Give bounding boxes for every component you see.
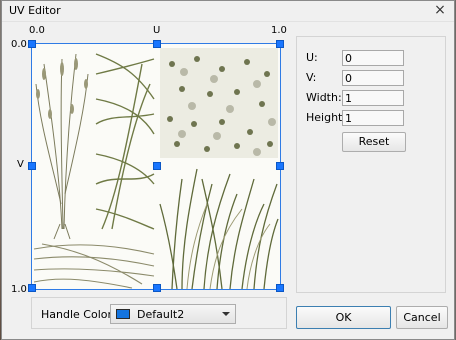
handle-color-label: Handle Color: bbox=[41, 308, 116, 321]
handle-color-select[interactable]: Default2 bbox=[110, 304, 236, 324]
uv-handle-bottom-left[interactable] bbox=[28, 284, 36, 292]
cancel-button-label: Cancel bbox=[403, 311, 441, 324]
reset-button-label: Reset bbox=[358, 135, 390, 148]
width-label: Width: bbox=[306, 91, 342, 104]
ok-button-label: OK bbox=[335, 311, 352, 324]
uv-handle-top-center[interactable] bbox=[153, 40, 161, 48]
u-input[interactable] bbox=[342, 50, 404, 66]
close-icon[interactable]: × bbox=[432, 2, 448, 18]
chevron-down-icon bbox=[222, 312, 230, 316]
uv-handle-top-left[interactable] bbox=[28, 40, 36, 48]
uv-handle-bottom-right[interactable] bbox=[276, 284, 284, 292]
uv-handle-middle-right[interactable] bbox=[276, 162, 284, 170]
cancel-button[interactable]: Cancel bbox=[396, 306, 448, 329]
v-input[interactable] bbox=[342, 70, 404, 86]
height-input[interactable] bbox=[342, 110, 404, 126]
uv-handle-top-right[interactable] bbox=[276, 40, 284, 48]
v-axis-label: V bbox=[17, 159, 24, 170]
uv-handle-center[interactable] bbox=[153, 162, 161, 170]
uv-handle-middle-left[interactable] bbox=[28, 162, 36, 170]
uv-properties-panel: U: V: Width: Height: Reset bbox=[296, 36, 446, 293]
width-input[interactable] bbox=[342, 90, 404, 106]
v-axis-end-label: 1.0 bbox=[11, 284, 27, 295]
title-bar: UV Editor × bbox=[2, 1, 454, 22]
uv-texture-canvas[interactable] bbox=[28, 40, 284, 292]
window-title: UV Editor bbox=[9, 4, 61, 17]
uv-handle-bottom-center[interactable] bbox=[153, 284, 161, 292]
u-axis-label: U bbox=[153, 25, 161, 36]
u-axis-start-label: 0.0 bbox=[29, 25, 45, 36]
handle-color-value: Default2 bbox=[137, 308, 185, 321]
handle-color-group: Handle Color: Default2 bbox=[31, 297, 287, 329]
v-label: V: bbox=[306, 71, 317, 84]
u-label: U: bbox=[306, 51, 318, 64]
height-label: Height: bbox=[306, 111, 347, 124]
reset-button[interactable]: Reset bbox=[342, 132, 406, 152]
uv-editor-dialog: UV Editor × 0.0 U 1.0 0.0 V 1.0 Handle C… bbox=[1, 0, 455, 340]
color-swatch bbox=[116, 309, 130, 319]
u-axis-end-label: 1.0 bbox=[271, 25, 287, 36]
v-axis-start-label: 0.0 bbox=[11, 39, 27, 50]
ok-button[interactable]: OK bbox=[296, 306, 391, 329]
